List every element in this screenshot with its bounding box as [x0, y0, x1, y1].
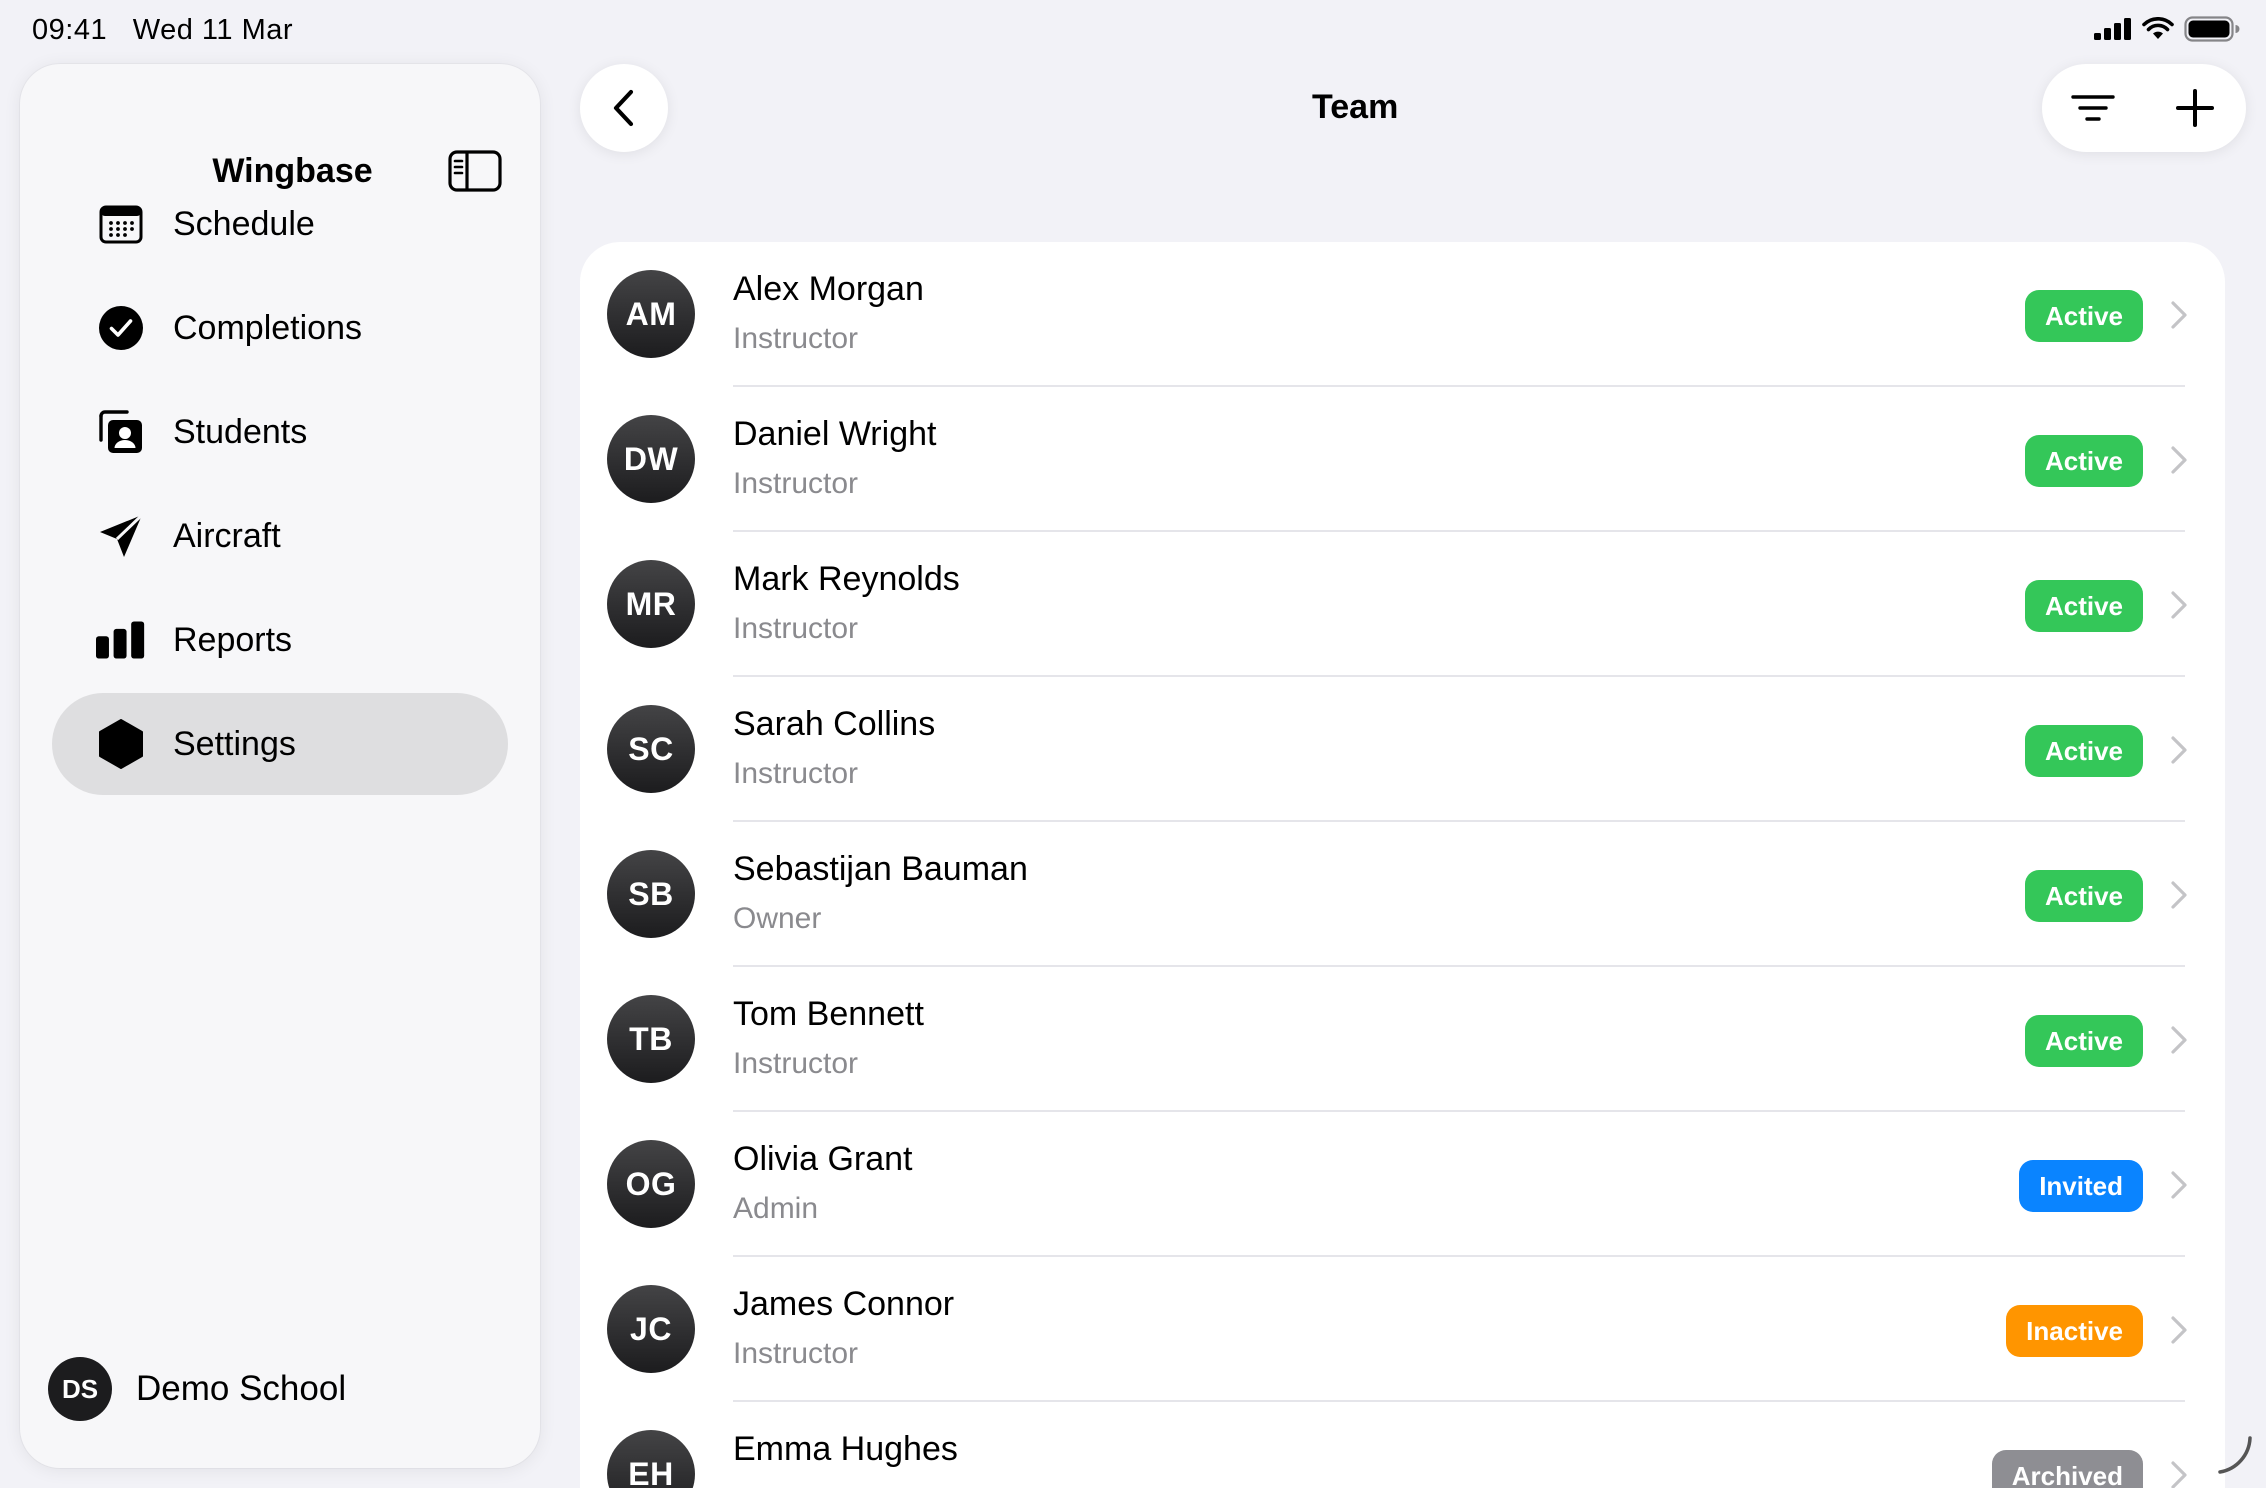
status-badge: Active: [2024, 1015, 2143, 1067]
member-name: James Connor: [733, 1285, 955, 1323]
sidebar-item-label: Settings: [173, 724, 296, 763]
status-badge: Active: [2024, 290, 2143, 342]
add-member-button[interactable]: [2144, 64, 2246, 152]
member-name: Mark Reynolds: [733, 560, 960, 598]
sidebar-item-aircraft[interactable]: Aircraft: [52, 485, 508, 587]
chevron-right-icon: [2171, 881, 2187, 909]
status-badge: Active: [2024, 725, 2143, 777]
chevron-right-icon: [2171, 1316, 2187, 1344]
team-member-row[interactable]: AM Alex Morgan Instructor Active: [580, 242, 2225, 387]
sidebar-item-label: Students: [173, 412, 308, 451]
school-profile[interactable]: DS Demo School: [48, 1354, 346, 1424]
avatar: SB: [607, 850, 695, 938]
plus-icon: [2176, 89, 2214, 127]
team-member-row[interactable]: SB Sebastijan Bauman Owner Active: [580, 822, 2225, 967]
team-member-row[interactable]: EH Emma Hughes Archived: [580, 1402, 2225, 1488]
status-clock: 09:41: [32, 14, 108, 46]
member-name: Emma Hughes: [733, 1430, 958, 1468]
member-role: Instructor: [733, 467, 859, 500]
status-time: 09:41 Wed 11 Mar: [32, 14, 293, 47]
status-badge: Invited: [2019, 1160, 2143, 1212]
loading-spinner-icon: [2218, 1436, 2252, 1474]
member-role: Instructor: [733, 1047, 859, 1080]
avatar: DW: [607, 415, 695, 503]
avatar: JC: [607, 1285, 695, 1373]
status-indicators: [2094, 16, 2240, 42]
chevron-left-icon: [613, 89, 634, 127]
chevron-right-icon: [2171, 1461, 2187, 1488]
sidebar-item-settings[interactable]: Settings: [52, 693, 508, 795]
paperplane-icon: [96, 511, 146, 561]
status-badge: Inactive: [2006, 1305, 2143, 1357]
chevron-right-icon: [2171, 1171, 2187, 1199]
toolbar-actions: [2042, 64, 2246, 152]
page-title: Team: [1312, 88, 1399, 126]
member-name: Tom Bennett: [733, 995, 924, 1033]
status-badge: Active: [2024, 435, 2143, 487]
status-badge: Active: [2024, 580, 2143, 632]
avatar: AM: [607, 270, 695, 358]
status-badge: Active: [2024, 870, 2143, 922]
calendar-icon: [96, 199, 146, 249]
member-role: Instructor: [733, 322, 859, 355]
person-cards-icon: [96, 407, 146, 457]
member-role: Instructor: [733, 1337, 859, 1370]
team-list: AM Alex Morgan Instructor Active DW Dani…: [580, 242, 2225, 1488]
status-date: Wed 11 Mar: [132, 14, 294, 46]
member-name: Sarah Collins: [733, 705, 936, 743]
team-member-row[interactable]: OG Olivia Grant Admin Invited: [580, 1112, 2225, 1257]
sidebar: Wingbase Schedule Completions Students A…: [20, 64, 540, 1468]
sidebar-item-students[interactable]: Students: [52, 381, 508, 483]
team-member-row[interactable]: TB Tom Bennett Instructor Active: [580, 967, 2225, 1112]
wifi-icon: [2142, 17, 2174, 39]
filter-icon: [2071, 95, 2115, 121]
member-role: Instructor: [733, 612, 859, 645]
member-role: Owner: [733, 902, 822, 935]
cellular-signal-icon: [2094, 18, 2131, 40]
chevron-right-icon: [2171, 1026, 2187, 1054]
school-name: Demo School: [136, 1369, 347, 1408]
sidebar-item-label: Schedule: [173, 204, 315, 243]
sidebar-item-label: Reports: [173, 620, 293, 659]
team-member-row[interactable]: SC Sarah Collins Instructor Active: [580, 677, 2225, 822]
avatar: SC: [607, 705, 695, 793]
app-window: 09:41 Wed 11 Mar Wingbase Schedule Compl…: [0, 0, 2266, 1488]
filter-button[interactable]: [2042, 64, 2144, 152]
sidebar-item-completions[interactable]: Completions: [52, 277, 508, 379]
team-member-row[interactable]: DW Daniel Wright Instructor Active: [580, 387, 2225, 532]
chevron-right-icon: [2171, 446, 2187, 474]
team-member-row[interactable]: MR Mark Reynolds Instructor Active: [580, 532, 2225, 677]
member-name: Sebastijan Bauman: [733, 850, 1028, 888]
avatar: EH: [607, 1430, 695, 1488]
member-role: Admin: [733, 1192, 819, 1225]
member-role: Instructor: [733, 757, 859, 790]
member-name: Daniel Wright: [733, 415, 937, 453]
bar-chart-icon: [96, 615, 146, 665]
member-name: Alex Morgan: [733, 270, 924, 308]
status-bar: 09:41 Wed 11 Mar: [0, 0, 2266, 60]
chevron-right-icon: [2171, 736, 2187, 764]
battery-icon: [2184, 16, 2240, 42]
avatar: DS: [48, 1357, 112, 1421]
back-button[interactable]: [580, 64, 668, 152]
checkmark-circle-icon: [96, 303, 146, 353]
sidebar-item-schedule[interactable]: Schedule: [52, 173, 508, 275]
sidebar-item-label: Completions: [173, 308, 362, 347]
avatar: TB: [607, 995, 695, 1083]
sidebar-item-reports[interactable]: Reports: [52, 589, 508, 691]
avatar: MR: [607, 560, 695, 648]
avatar: OG: [607, 1140, 695, 1228]
chevron-right-icon: [2171, 591, 2187, 619]
sidebar-item-label: Aircraft: [173, 516, 281, 555]
chevron-right-icon: [2171, 301, 2187, 329]
team-member-row[interactable]: JC James Connor Instructor Inactive: [580, 1257, 2225, 1402]
member-name: Olivia Grant: [733, 1140, 913, 1178]
status-badge: Archived: [1991, 1450, 2143, 1488]
hexagon-icon: [96, 719, 146, 769]
